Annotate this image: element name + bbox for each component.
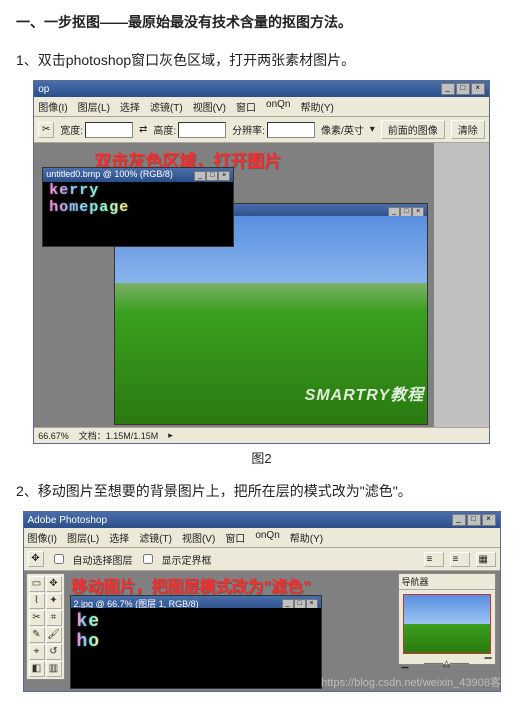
menu-help[interactable]: 帮助(Y) bbox=[290, 530, 323, 545]
neon-text-line2: homepage bbox=[49, 199, 129, 216]
navigator-palette[interactable]: 导航器 ▁ ───△─── ▔ bbox=[398, 573, 496, 665]
menubar: 图像(I) 图层(L) 选择 滤镜(T) 视图(V) 窗口 onQn 帮助(Y) bbox=[34, 97, 489, 117]
align-icon[interactable]: ≡ bbox=[424, 552, 444, 567]
doc-size-status: 文档：1.15M/1.15M bbox=[79, 429, 159, 442]
tool-crop-icon[interactable]: ✂ bbox=[29, 610, 45, 626]
resolution-input[interactable] bbox=[267, 122, 315, 138]
move-tool-icon[interactable]: ✥ bbox=[28, 551, 44, 567]
doc-close-icon[interactable]: × bbox=[218, 171, 230, 181]
minimize-icon[interactable]: _ bbox=[441, 83, 455, 95]
menu-filter[interactable]: 滤镜(T) bbox=[139, 530, 172, 545]
photoshop-window-1: op _ □ × 图像(I) 图层(L) 选择 滤镜(T) 视图(V) 窗口 o… bbox=[33, 80, 490, 444]
maximize-icon[interactable]: □ bbox=[456, 83, 470, 95]
doc-maximize-icon[interactable]: □ bbox=[206, 171, 218, 181]
doc-titlebar-neon: untitled0.bmp @ 100% (RGB/8) _□× bbox=[43, 168, 233, 182]
palette-well-icon[interactable]: ▦ bbox=[476, 552, 496, 567]
options-bar: ✂ 宽度: ⇄ 高度: 分辨率: 像素/英寸 ▾ 前面的图像 清除 bbox=[34, 117, 489, 143]
tool-lasso-icon[interactable]: ⌇ bbox=[29, 593, 45, 609]
doc-minimize-icon[interactable]: _ bbox=[194, 171, 206, 181]
neon-text-line1: ke bbox=[77, 612, 101, 632]
figure-1-caption: 图2 bbox=[16, 448, 507, 467]
titlebar: Adobe Photoshop _ □ × bbox=[24, 512, 500, 528]
menu-image[interactable]: 图像(I) bbox=[38, 99, 67, 114]
menu-window[interactable]: 窗口 bbox=[236, 99, 256, 114]
menu-select[interactable]: 选择 bbox=[120, 99, 140, 114]
dropdown-icon[interactable]: ▾ bbox=[370, 124, 375, 135]
options-bar: ✥ 自动选择图层 显示定界框 ≡ ≡ ▦ bbox=[24, 548, 500, 571]
menu-view[interactable]: 视图(V) bbox=[193, 99, 226, 114]
clear-button[interactable]: 清除 bbox=[451, 120, 485, 139]
height-input[interactable] bbox=[178, 122, 226, 138]
show-bbox-checkbox[interactable] bbox=[143, 554, 153, 564]
height-label: 高度: bbox=[153, 122, 176, 137]
tool-wand-icon[interactable]: ✦ bbox=[46, 593, 62, 609]
menu-layer[interactable]: 图层(L) bbox=[67, 530, 99, 545]
doc-title-neon: untitled0.bmp @ 100% (RGB/8) bbox=[46, 169, 173, 181]
resolution-label: 分辨率: bbox=[232, 122, 265, 137]
app-title: op bbox=[38, 84, 49, 95]
tool-history-icon[interactable]: ↺ bbox=[46, 644, 62, 660]
menubar: 图像(I) 图层(L) 选择 滤镜(T) 视图(V) 窗口 onQn 帮助(Y) bbox=[24, 528, 500, 548]
align-icon[interactable]: ≡ bbox=[450, 552, 470, 567]
tool-marquee-icon[interactable]: ▭ bbox=[29, 576, 45, 592]
menu-window[interactable]: 窗口 bbox=[225, 530, 245, 545]
menu-select[interactable]: 选择 bbox=[109, 530, 129, 545]
tool-brush-icon[interactable]: 🖌 bbox=[46, 627, 62, 643]
unit-label: 像素/英寸 bbox=[321, 122, 364, 137]
window-buttons: _ □ × bbox=[441, 83, 485, 95]
zoom-out-icon[interactable]: ▁ bbox=[402, 658, 409, 669]
menu-image[interactable]: 图像(I) bbox=[28, 530, 57, 545]
step2-text: 2、移动图片至想要的背景图片上，把所在层的模式改为"滤色"。 bbox=[16, 481, 507, 501]
auto-select-checkbox[interactable] bbox=[54, 554, 64, 564]
window-buttons: _ □ × bbox=[452, 514, 496, 526]
figure-2: Adobe Photoshop _ □ × 图像(I) 图层(L) 选择 滤镜(… bbox=[16, 511, 507, 694]
tool-move-icon[interactable]: ✥ bbox=[46, 576, 62, 592]
tutorial-watermark: SMARTRY教程 bbox=[305, 381, 425, 405]
menu-filter[interactable]: 滤镜(T) bbox=[150, 99, 183, 114]
crop-tool-icon[interactable]: ✂ bbox=[38, 122, 54, 138]
maximize-icon[interactable]: □ bbox=[467, 514, 481, 526]
width-input[interactable] bbox=[85, 122, 133, 138]
titlebar: op _ □ × bbox=[34, 81, 489, 97]
step1-text: 1、双击photoshop窗口灰色区域，打开两张素材图片。 bbox=[16, 50, 507, 70]
tool-slice-icon[interactable]: ⌗ bbox=[46, 610, 62, 626]
zoom-level[interactable]: 66.67% bbox=[38, 431, 69, 441]
close-icon[interactable]: × bbox=[482, 514, 496, 526]
document-window-neon[interactable]: untitled0.bmp @ 100% (RGB/8) _□× kerry h… bbox=[42, 167, 234, 247]
zoom-in-icon[interactable]: ▔ bbox=[485, 658, 492, 669]
close-icon[interactable]: × bbox=[471, 83, 485, 95]
menu-extra[interactable]: onQn bbox=[266, 99, 290, 114]
front-image-button[interactable]: 前面的图像 bbox=[381, 120, 445, 139]
minimize-icon[interactable]: _ bbox=[452, 514, 466, 526]
photoshop-window-2: Adobe Photoshop _ □ × 图像(I) 图层(L) 选择 滤镜(… bbox=[23, 511, 501, 692]
section-heading: 一、一步抠图——最原始最没有技术含量的抠图方法。 bbox=[16, 12, 507, 32]
app-title: Adobe Photoshop bbox=[28, 515, 108, 526]
tool-heal-icon[interactable]: ✎ bbox=[29, 627, 45, 643]
tool-gradient-icon[interactable]: ▥ bbox=[46, 661, 62, 677]
neon-text-line2: ho bbox=[77, 632, 101, 652]
swap-icon[interactable]: ⇄ bbox=[139, 124, 147, 135]
neon-text-line1: kerry bbox=[49, 182, 129, 199]
menu-layer[interactable]: 图层(L) bbox=[78, 99, 110, 114]
figure-1: op _ □ × 图像(I) 图层(L) 选择 滤镜(T) 视图(V) 窗口 o… bbox=[16, 80, 507, 444]
tool-eraser-icon[interactable]: ◧ bbox=[29, 661, 45, 677]
width-label: 宽度: bbox=[60, 122, 83, 137]
auto-select-label: 自动选择图层 bbox=[73, 552, 133, 567]
status-arrow-icon[interactable]: ▸ bbox=[168, 430, 173, 441]
csdn-watermark: https://blog.csdn.net/weixin_43908客 bbox=[321, 674, 501, 690]
menu-help[interactable]: 帮助(Y) bbox=[301, 99, 334, 114]
menu-extra[interactable]: onQn bbox=[255, 530, 279, 545]
workspace[interactable]: ▭ ✥ ⌇ ✦ ✂ ⌗ ✎ 🖌 ⌖ ↺ ◧ ▥ 移动图片，把图层模式改为"滤色"… bbox=[24, 571, 500, 691]
zoom-slider[interactable]: ───△─── bbox=[424, 658, 469, 669]
document-window[interactable]: 2.jpg @ 66.7% (图层 1, RGB/8) _□× ke ho bbox=[70, 595, 322, 689]
show-bbox-label: 显示定界框 bbox=[162, 552, 212, 567]
toolbox: ▭ ✥ ⌇ ✦ ✂ ⌗ ✎ 🖌 ⌖ ↺ ◧ ▥ bbox=[26, 573, 65, 680]
tool-stamp-icon[interactable]: ⌖ bbox=[29, 644, 45, 660]
menu-view[interactable]: 视图(V) bbox=[182, 530, 215, 545]
status-bar: 66.67% 文档：1.15M/1.15M ▸ bbox=[34, 427, 489, 443]
workspace[interactable]: 双击灰色区域，打开图片 _□× untitled0.bmp @ 100% (RG… bbox=[34, 143, 434, 427]
palette-tab-navigator[interactable]: 导航器 bbox=[399, 574, 495, 590]
annotation-overlay: 移动图片，把图层模式改为"滤色" bbox=[72, 573, 311, 597]
